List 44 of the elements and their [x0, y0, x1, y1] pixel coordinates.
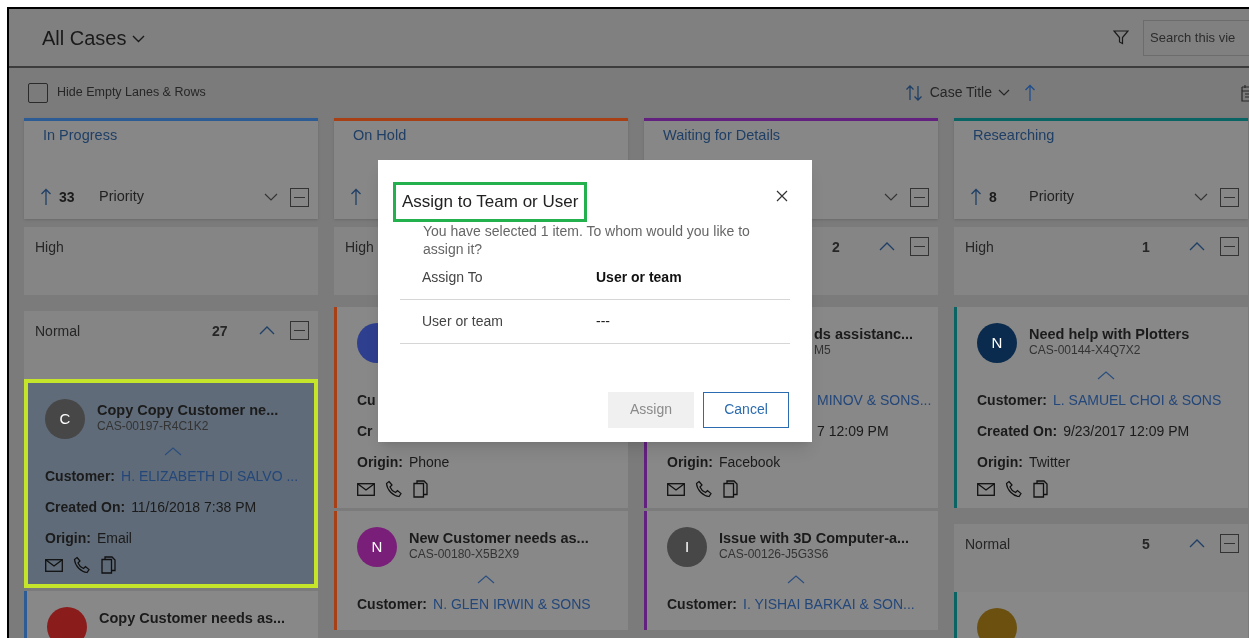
field-label: Assign To	[422, 267, 484, 287]
field-value: User or team	[596, 267, 682, 287]
group-label: High	[345, 238, 374, 257]
field-label: Created On:	[977, 422, 1058, 441]
group-count: 1	[1142, 238, 1151, 257]
case-number: CAS-00180-X5B2X9	[409, 547, 521, 562]
field-label: User or team	[422, 311, 504, 331]
group-count: 5	[1142, 535, 1151, 554]
field-label: Customer:	[977, 391, 1047, 410]
avatar: I	[667, 527, 707, 567]
field-label: Created On:	[45, 498, 126, 517]
case-number: M5	[814, 343, 832, 358]
group-label: Normal	[35, 322, 81, 341]
lane-count: 33	[59, 187, 76, 207]
field-value: 7 12:09 PM	[817, 422, 889, 441]
group-label: High	[35, 238, 64, 257]
lane-count: 8	[989, 187, 998, 207]
field-label: Origin:	[357, 453, 403, 472]
avatar: N	[977, 323, 1017, 363]
group-count: 27	[212, 322, 229, 341]
field-label: Cr	[357, 422, 373, 441]
field-label: Customer:	[357, 595, 427, 614]
field-label: Customer:	[667, 595, 737, 614]
field-label: Cu	[357, 391, 376, 410]
case-number: CAS-00126-J5G3S6	[719, 547, 830, 562]
field-value: Phone	[408, 453, 450, 472]
group-label: High	[965, 238, 994, 257]
field-value: 11/16/2018 7:38 PM	[131, 498, 257, 517]
field-label: Origin:	[667, 453, 713, 472]
case-number: CAS-00144-X4Q7X2	[1029, 343, 1142, 358]
field-label: Origin:	[45, 529, 91, 548]
field-label: Customer:	[45, 467, 115, 486]
avatar: C	[45, 399, 85, 439]
field-value: Facebook	[718, 453, 781, 472]
field-value: Email	[96, 529, 132, 548]
case-number: CAS-00197-R4C1K2	[97, 419, 210, 434]
avatar: N	[357, 527, 397, 567]
group-label: Normal	[965, 535, 1011, 554]
group-count: 2	[832, 238, 841, 257]
dialog-message: You have selected 1 item. To whom would you like to assign it?	[423, 221, 751, 258]
field-value: 9/23/2017 12:09 PM	[1063, 422, 1190, 441]
dialog-title: Assign to Team or User	[393, 182, 588, 222]
field-label: Origin:	[977, 453, 1023, 472]
field-value: Twitter	[1028, 453, 1071, 472]
